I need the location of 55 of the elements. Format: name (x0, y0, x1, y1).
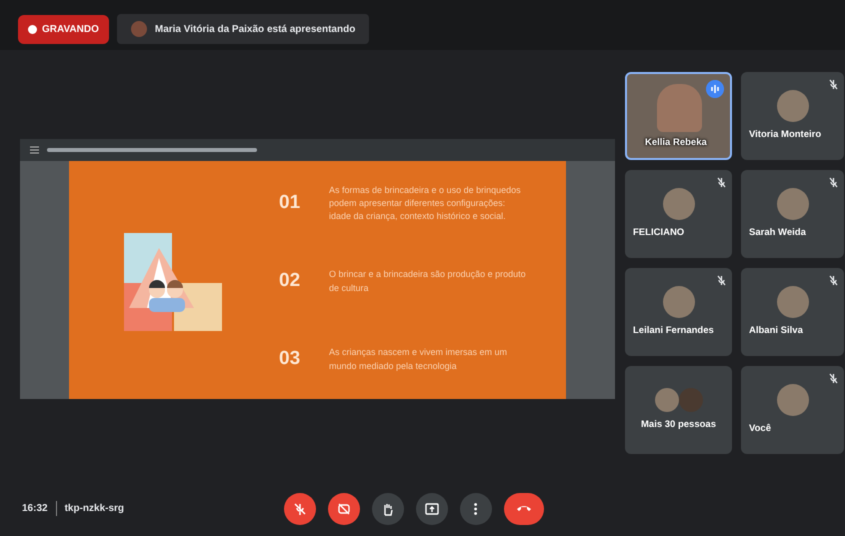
recording-dot-icon (28, 24, 37, 34)
hang-up-icon (517, 506, 532, 512)
item-number: 01 (279, 191, 302, 216)
muted-mic-icon (829, 373, 838, 384)
avatar (776, 384, 808, 416)
avatar (776, 188, 808, 220)
presenter-text: Maria Vitória da Paixão está apresentando (154, 22, 356, 36)
participant-tile[interactable]: Leilani Fernandes (625, 268, 732, 356)
participant-tile[interactable]: Mais 30 pessoas (625, 366, 732, 454)
clock-time: 16:32 (22, 502, 48, 516)
avatar (662, 188, 694, 220)
avatar (776, 90, 808, 122)
participant-name: Vitoria Monteiro (748, 128, 822, 142)
participant-name: Mais 30 pessoas (641, 418, 716, 432)
speaking-indicator-icon (706, 80, 724, 98)
participant-tile[interactable]: FELICIANO (625, 170, 732, 258)
muted-mic-icon (829, 275, 838, 286)
participant-name: Sarah Weida (748, 226, 806, 240)
recording-label: GRAVANDO (42, 22, 99, 36)
present-screen-icon (424, 500, 440, 516)
item-text: O brincar e a brincadeira são produção e produto de cultura (329, 268, 527, 294)
more-button[interactable] (460, 492, 492, 524)
item-number: 03 (279, 347, 302, 372)
camera-button[interactable] (328, 492, 360, 524)
participant-tile[interactable]: Você (741, 366, 844, 454)
mic-off-icon (292, 500, 308, 516)
item-text: As crianças nascem e vivem imersas em um mundo mediado pela tecnologia (329, 346, 508, 373)
leave-call-button[interactable] (504, 492, 544, 524)
participant-tile[interactable]: Sarah Weida (741, 170, 844, 258)
participant-name: Você (748, 422, 772, 436)
video-placeholder (657, 84, 702, 132)
participant-name: Leilani Fernandes (632, 324, 714, 338)
muted-mic-icon (717, 177, 726, 188)
hand-button[interactable] (372, 492, 404, 524)
item-text: As formas de brincadeira e o uso de brinquedos podem apresentar diferentes configurações: idade da criança, contexto histórico e social. (329, 184, 522, 224)
participant-tile[interactable]: Albani Silva (741, 268, 844, 356)
avatar (130, 21, 147, 37)
participant-tile[interactable]: Vitoria Monteiro (741, 72, 844, 160)
muted-mic-icon (717, 275, 726, 286)
participant-name: Albani Silva (748, 324, 803, 338)
more-options-icon (474, 502, 478, 514)
participant-tile[interactable]: Kellia Rebeka (625, 72, 732, 160)
participant-name: Kellia Rebeka (644, 136, 707, 150)
avatar (662, 286, 694, 318)
meeting-code: tkp-nzkk-srg (56, 501, 124, 516)
present-button[interactable] (416, 492, 448, 524)
muted-mic-icon (829, 177, 838, 188)
avatar (776, 286, 808, 318)
group-avatars (654, 388, 702, 412)
mic-button[interactable] (284, 492, 316, 524)
camera-off-icon (336, 500, 352, 516)
menu-icon[interactable] (30, 146, 39, 154)
muted-mic-icon (829, 79, 838, 90)
item-number: 02 (279, 269, 302, 294)
participant-name: FELICIANO (632, 226, 684, 240)
